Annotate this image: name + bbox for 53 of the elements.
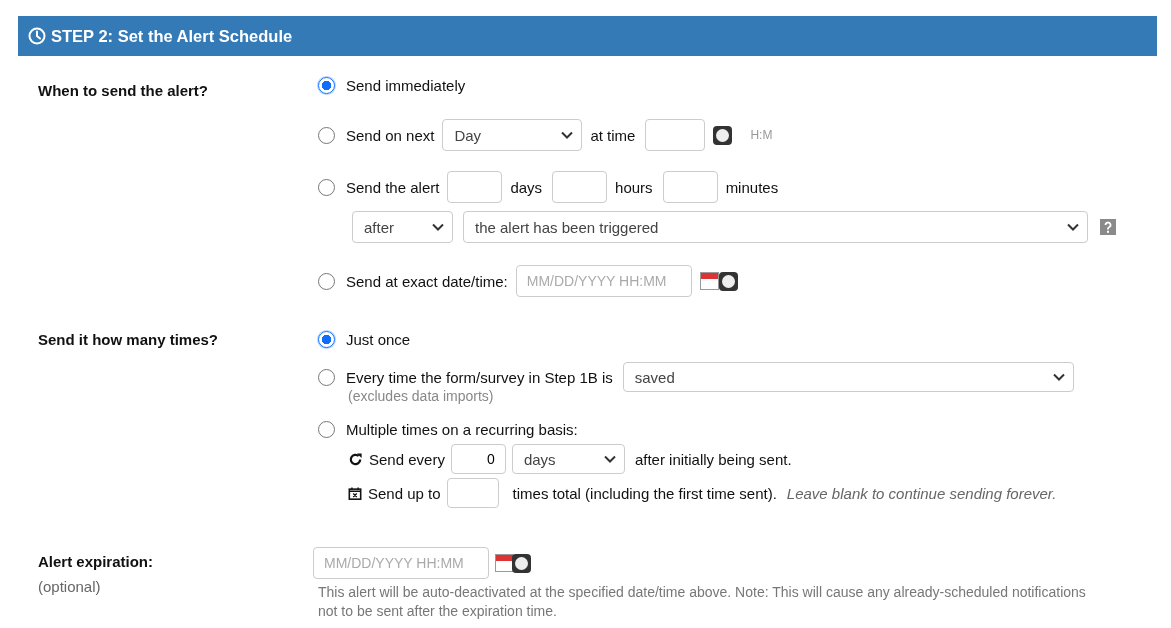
unit-label: days (510, 178, 543, 196)
expiration-date-field[interactable]: MM/DD/YYYY HH:MM (313, 547, 489, 579)
day-dropdown[interactable]: Day (442, 119, 583, 151)
option-note: (excludes data imports) (347, 388, 495, 404)
radio-button[interactable] (318, 330, 335, 348)
send-every-label: Send every (369, 450, 445, 468)
at-time-label: at time (590, 126, 636, 144)
option-label: Send immediately (346, 76, 466, 94)
section-title: STEP 2: Set the Alert Schedule (51, 26, 293, 46)
radio-button[interactable] (318, 126, 335, 144)
interval-field[interactable]: 0 (450, 444, 506, 474)
calendar-x-icon (348, 485, 362, 501)
number-field[interactable] (552, 171, 608, 203)
count-suffix: times total (including the first time sent). (512, 484, 777, 502)
redo-icon (348, 451, 363, 467)
count-field[interactable] (446, 478, 499, 508)
count-hint: Leave blank to continue sending forever. (786, 484, 1057, 502)
number-field[interactable] (662, 171, 718, 203)
time-field[interactable] (645, 119, 706, 151)
option-label: Every time the form/survey in Step 1B is (346, 368, 613, 386)
chevron-down-icon (1052, 373, 1065, 381)
calendar-icon[interactable] (495, 554, 514, 572)
chevron-down-icon (603, 455, 616, 463)
chevron-down-icon (561, 131, 574, 139)
optional-label: (optional) (38, 578, 102, 595)
radio-button[interactable] (318, 420, 335, 438)
option-label: Multiple times on a recurring basis: (346, 420, 578, 438)
option-label: Send on next (346, 126, 435, 144)
trigger-dropdown[interactable]: the alert has been triggered (463, 211, 1088, 243)
number-field[interactable] (447, 171, 503, 203)
radio-button[interactable] (318, 368, 335, 386)
event-dropdown[interactable]: saved (622, 362, 1074, 392)
chevron-down-icon (432, 223, 444, 231)
help-icon[interactable] (1100, 219, 1116, 235)
unit-dropdown[interactable]: days (511, 444, 625, 474)
send-up-to-label: Send up to (368, 484, 441, 502)
question-label: Send it how many times? (38, 331, 220, 350)
expiration-label: Alert expiration: (38, 553, 155, 570)
option-label: Just once (346, 330, 411, 348)
radio-button[interactable] (318, 76, 335, 94)
format-hint: H:M (750, 128, 773, 142)
interval-suffix: after initially being sent. (634, 450, 792, 468)
unit-label: minutes (725, 178, 779, 196)
direction-dropdown[interactable]: after (352, 211, 453, 243)
unit-label: hours (615, 178, 653, 196)
chevron-down-icon (1067, 223, 1079, 231)
expiration-note: This alert will be auto-deactivated at the specified date/time above. Note: This will cause any already-scheduled notifications not to be sent after the expiration time. (317, 583, 1087, 621)
option-label: Send the alert (346, 178, 440, 196)
question-label: When to send the alert? (38, 82, 209, 101)
radio-button[interactable] (318, 178, 335, 196)
radio-button[interactable] (318, 272, 335, 290)
date-field[interactable]: MM/DD/YYYY HH:MM (515, 265, 692, 297)
option-label: Send at exact date/time: (346, 272, 508, 290)
